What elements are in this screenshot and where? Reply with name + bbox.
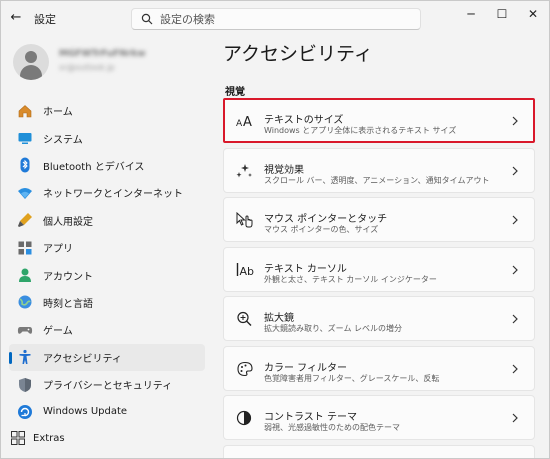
card-magnifier[interactable]: 拡大鏡 拡大鏡読み取り、ズーム レベルの増分 xyxy=(223,296,535,341)
apps-icon xyxy=(18,241,32,255)
magnifier-icon xyxy=(237,311,252,326)
chevron-right-icon xyxy=(512,413,518,423)
minimize-button[interactable]: ─ xyxy=(456,3,486,25)
sidebar-item-personalization[interactable]: 個人用設定 xyxy=(9,207,205,234)
text-cursor-icon: Ab xyxy=(236,262,254,278)
sidebar-item-system[interactable]: システム xyxy=(9,124,205,151)
color-filter-icon xyxy=(237,361,253,376)
card-mouse-pointer-touch[interactable]: マウス ポインターとタッチ マウス ポインターの色、サイズ xyxy=(223,197,535,242)
sidebar-item-label: ホーム xyxy=(43,107,73,119)
card-color-filter[interactable]: カラー フィルター 色覚障害者用フィルター、グレースケール、反転 xyxy=(223,345,535,391)
home-icon xyxy=(18,104,32,117)
sidebar-item-apps[interactable]: アプリ xyxy=(9,234,205,261)
search-input[interactable] xyxy=(160,11,410,28)
chevron-right-icon xyxy=(512,314,518,324)
sidebar-item-label: Bluetooth とデバイス xyxy=(43,161,145,173)
mouse-pointer-icon xyxy=(236,212,253,228)
card-description: Windows とアプリ全体に表示されるテキスト サイズ xyxy=(264,126,457,135)
back-arrow-icon[interactable]: ← xyxy=(7,9,25,27)
chevron-right-icon xyxy=(512,116,518,126)
sidebar-item-home[interactable]: ホーム xyxy=(9,97,205,124)
card-title: テキスト カーソル xyxy=(264,263,347,275)
sidebar-item-label: アプリ xyxy=(43,244,73,256)
card-contrast-themes[interactable]: コントラスト テーマ 弱視、光感過敏性のための配色テーマ xyxy=(223,395,535,440)
sidebar-item-bluetooth[interactable]: Bluetooth とデバイス xyxy=(9,152,205,179)
card-title: カラー フィルター xyxy=(264,362,347,374)
sidebar-item-time-language[interactable]: 時刻と言語 xyxy=(9,289,205,316)
gaming-icon xyxy=(17,326,33,334)
sidebar-item-label: アクセシビリティ xyxy=(43,353,122,365)
title-bar: ← 設定 ─ ☐ ✕ xyxy=(1,1,549,35)
personalization-icon xyxy=(18,213,32,228)
sidebar-item-label: Windows Update xyxy=(43,406,128,418)
card-description: 色覚障害者用フィルター、グレースケール、反転 xyxy=(264,373,440,383)
sidebar-item-label: 個人用設定 xyxy=(43,216,93,228)
account-icon xyxy=(19,268,31,283)
sidebar-item-accessibility[interactable]: アクセシビリティ xyxy=(9,343,205,371)
wifi-icon xyxy=(18,187,32,199)
user-profile[interactable]: MGFWTrFuFNrkw xr@outlook.jp xyxy=(13,44,203,80)
bluetooth-icon xyxy=(20,157,30,173)
search-box[interactable] xyxy=(131,8,421,30)
card-title: 視覚効果 xyxy=(264,164,304,176)
close-button[interactable]: ✕ xyxy=(518,3,548,25)
svg-text:Ab: Ab xyxy=(240,265,255,278)
card-title: マウス ポインターとタッチ xyxy=(264,214,388,225)
sidebar-item-label: ゲーム xyxy=(43,326,73,338)
card-description: 外観と太さ、テキスト カーソル インジケーター xyxy=(264,274,437,284)
settings-card-list: A A テキストのサイズ Windows とアプリ全体に表示されるテキスト サイ… xyxy=(223,98,535,458)
extras-grid-icon xyxy=(11,431,25,445)
card-description: マウス ポインターの色、サイズ xyxy=(264,225,379,234)
search-icon xyxy=(141,13,153,25)
card-partially-visible[interactable] xyxy=(223,444,535,458)
card-description: 弱視、光感過敏性のための配色テーマ xyxy=(264,423,400,432)
sidebar-item-privacy[interactable]: プライバシーとセキュリティ xyxy=(9,371,205,398)
sidebar-item-label: ネットワークとインターネット xyxy=(43,189,183,201)
card-text-size[interactable]: A A テキストのサイズ Windows とアプリ全体に表示されるテキスト サイ… xyxy=(223,98,535,143)
sidebar-item-gaming[interactable]: ゲーム xyxy=(9,316,205,343)
chevron-right-icon xyxy=(512,215,518,225)
sidebar-item-network[interactable]: ネットワークとインターネット xyxy=(9,179,205,206)
sidebar-item-label: システム xyxy=(43,134,83,146)
card-title: テキストのサイズ xyxy=(264,115,344,126)
card-visual-effects[interactable]: 視覚効果 スクロール バー、透明度、アニメーション、通知タイムアウト xyxy=(223,147,535,193)
card-title: 拡大鏡 xyxy=(264,313,294,324)
sidebar-item-windows-update[interactable]: Windows Update xyxy=(9,398,205,425)
accessibility-icon xyxy=(19,350,31,365)
sidebar-nav: ホーム システム Bluetooth とデバイス ネットワークとインターネット xyxy=(9,97,205,426)
card-text-cursor[interactable]: Ab テキスト カーソル 外観と太さ、テキスト カーソル インジケーター xyxy=(223,246,535,292)
contrast-icon xyxy=(236,410,252,426)
sidebar-item-label: プライバシーとセキュリティ xyxy=(43,381,173,393)
chevron-right-icon xyxy=(512,265,518,274)
settings-window: ← 設定 ─ ☐ ✕ MGFWTrFuFNrkw xr@outlook.jp ホ… xyxy=(0,0,550,459)
profile-name: MGFWTrFuFNrkw xyxy=(59,49,146,59)
privacy-shield-icon xyxy=(19,377,31,392)
visual-effects-icon xyxy=(236,163,252,177)
sidebar-item-accounts[interactable]: アカウント xyxy=(9,261,205,288)
section-heading-vision: 視覚 xyxy=(225,87,245,98)
time-language-icon xyxy=(18,295,32,309)
profile-email: xr@outlook.jp xyxy=(59,63,115,72)
card-description: 拡大鏡読み取り、ズーム レベルの増分 xyxy=(264,324,402,333)
page-title: アクセシビリティ xyxy=(223,43,373,65)
sidebar-item-label: アカウント xyxy=(43,271,93,283)
extras-label: Extras xyxy=(33,432,65,444)
sidebar-item-extras[interactable]: Extras xyxy=(11,431,65,445)
chevron-right-icon xyxy=(512,364,518,373)
sidebar-item-label: 時刻と言語 xyxy=(43,298,93,310)
svg-text:A: A xyxy=(243,115,252,129)
avatar xyxy=(13,44,49,80)
svg-text:A: A xyxy=(236,119,243,129)
app-title: 設定 xyxy=(34,13,56,26)
windows-update-icon xyxy=(18,404,32,419)
card-description: スクロール バー、透明度、アニメーション、通知タイムアウト xyxy=(264,175,490,185)
system-icon xyxy=(18,133,32,145)
card-title: コントラスト テーマ xyxy=(264,412,357,423)
maximize-button[interactable]: ☐ xyxy=(487,3,517,25)
text-size-icon: A A xyxy=(236,115,252,129)
chevron-right-icon xyxy=(512,166,518,175)
